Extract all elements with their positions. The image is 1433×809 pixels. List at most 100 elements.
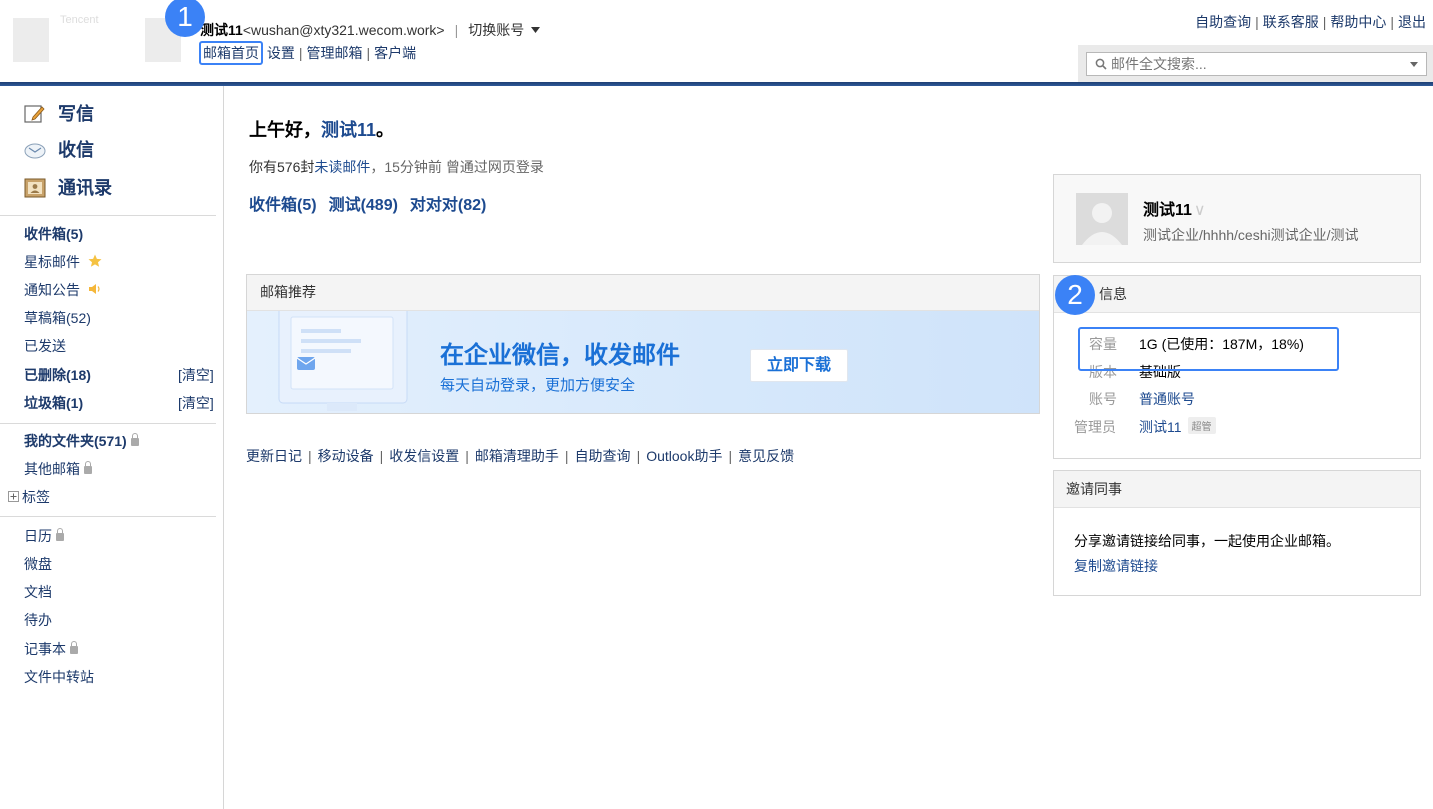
recommend-title: 邮箱推荐 (247, 275, 1039, 311)
lock-icon (130, 433, 139, 446)
quick-link-duiduidui[interactable]: 对对对(82) (410, 197, 486, 214)
cleanup-assistant-link[interactable]: 邮箱清理助手 (475, 448, 559, 464)
sidebar-item-notes[interactable]: 记事本 (24, 639, 78, 659)
receive-button[interactable]: 收信 (24, 136, 94, 162)
user-line: 测试11<wushan@xty321.wecom.work> | 切换账号 (200, 20, 541, 40)
banner-subtitle: 每天自动登录，更加方便安全 (440, 377, 636, 394)
contacts-button[interactable]: 通讯录 (24, 174, 112, 200)
search-box[interactable] (1086, 52, 1427, 76)
outlook-assistant-link[interactable]: Outlook助手 (646, 448, 722, 464)
download-button[interactable]: 立即下载 (750, 349, 848, 382)
sidebar-item-drafts[interactable]: 草稿箱(52) (24, 308, 91, 328)
admin-link[interactable]: 测试11 超管 (1139, 417, 1216, 437)
help-center-link[interactable]: 帮助中心 (1330, 14, 1386, 30)
nav-manage-mail[interactable]: 管理邮箱 (307, 45, 363, 61)
admin-name: 测试11 (1139, 419, 1182, 435)
compose-button[interactable]: 写信 (24, 100, 94, 126)
nav-separator: | (298, 45, 303, 61)
mobile-devices-link[interactable]: 移动设备 (318, 448, 374, 464)
login-info: ，15分钟前 曾通过网页登录 (370, 159, 544, 175)
step-marker-2: 2 (1055, 275, 1095, 315)
link-separator: | (564, 448, 569, 464)
sidebar-item-label: 通知公告 (24, 282, 80, 298)
super-admin-badge: 超管 (1187, 417, 1216, 434)
sidebar-item-tags[interactable]: 标签 (8, 487, 50, 507)
folder-quick-links: 收件箱(5) 测试(489) 对对对(82) (249, 191, 498, 215)
compose-icon (24, 105, 45, 123)
changelog-link[interactable]: 更新日记 (246, 448, 302, 464)
expand-icon[interactable] (8, 491, 19, 502)
sidebar-divider (0, 423, 216, 424)
contact-support-link[interactable]: 联系客服 (1263, 14, 1319, 30)
logo-left (13, 18, 49, 62)
profile-card: 测试11 ∨ 测试企业/hhhh/ceshi测试企业/测试 (1053, 174, 1421, 263)
user-email: <wushan@xty321.wecom.work> (242, 22, 445, 38)
mailbox-info-panel: 信息 容量 1G (已使用：187M，18%) 版本 基础版 账号 普通账号 管理员测… (1053, 275, 1421, 459)
avatar[interactable] (1076, 193, 1128, 245)
sidebar-item-label: 标签 (22, 489, 50, 505)
unread-summary: 你有576封未读邮件，15分钟前 曾通过网页登录 (249, 157, 544, 177)
clear-deleted-link[interactable]: [清空] (178, 365, 214, 385)
recommend-panel: 邮箱推荐 在企业微信，收发邮件 每天自动登录，更加方便安全 立即下载 (246, 274, 1040, 414)
info-panel-title: 信息 (1054, 276, 1420, 313)
contacts-label: 通讯录 (58, 178, 112, 198)
switch-account-link[interactable]: 切换账号 (468, 22, 524, 38)
sidebar-item-label: 其他邮箱 (24, 461, 80, 477)
sidebar-item-calendar[interactable]: 日历 (24, 526, 64, 546)
info-key: 管理员 (1074, 419, 1116, 435)
self-service-query-link[interactable]: 自助查询 (575, 448, 631, 464)
unread-mail-link[interactable]: 未读邮件 (314, 159, 370, 175)
quick-link-inbox[interactable]: 收件箱(5) (249, 197, 317, 214)
capacity-highlight (1078, 327, 1339, 371)
feedback-link[interactable]: 意见反馈 (738, 448, 794, 464)
link-separator: | (308, 448, 312, 464)
account-type-link[interactable]: 普通账号 (1139, 389, 1195, 409)
self-service-link[interactable]: 自助查询 (1195, 14, 1251, 30)
monitor-illustration-icon (278, 311, 408, 411)
lock-icon (56, 528, 64, 541)
greeting-prefix: 上午好， (249, 120, 321, 140)
sidebar-divider (0, 516, 216, 517)
sidebar-item-label: 我的文件夹(571) (24, 433, 127, 449)
logo-text: Tencent (60, 14, 99, 26)
greeting: 上午好，测试11。 (249, 116, 394, 142)
caret-down-icon[interactable] (531, 27, 541, 33)
nav-settings[interactable]: 设置 (267, 45, 295, 61)
unread-prefix: 你有576封 (249, 159, 315, 175)
link-separator: | (1322, 14, 1327, 30)
nav-mail-home[interactable]: 邮箱首页 (199, 41, 263, 65)
sidebar-item-file-transfer[interactable]: 文件中转站 (24, 667, 94, 687)
link-separator: | (636, 448, 641, 464)
clear-spam-link[interactable]: [清空] (178, 393, 214, 413)
sidebar-item-docs[interactable]: 文档 (24, 582, 52, 602)
search-input[interactable] (1111, 54, 1401, 74)
sidebar-item-spam[interactable]: 垃圾箱(1) (24, 393, 83, 413)
nav-client[interactable]: 客户端 (374, 45, 416, 61)
send-receive-settings-link[interactable]: 收发信设置 (389, 448, 459, 464)
logout-link[interactable]: 退出 (1398, 14, 1426, 30)
sidebar-item-sent[interactable]: 已发送 (24, 336, 66, 356)
banner-title: 在企业微信，收发邮件 (440, 342, 680, 369)
info-key: 账号 (1089, 391, 1117, 407)
sidebar-item-notice[interactable]: 通知公告 (24, 280, 102, 300)
sidebar-item-other-mail[interactable]: 其他邮箱 (24, 459, 92, 479)
contacts-icon (24, 178, 46, 198)
sidebar-item-deleted[interactable]: 已删除(18) (24, 365, 91, 385)
sidebar-item-my-folders[interactable]: 我的文件夹(571) (24, 431, 139, 451)
copy-invite-link[interactable]: 复制邀请链接 (1074, 556, 1158, 576)
greeting-suffix: 。 (376, 120, 395, 140)
sidebar-item-todo[interactable]: 待办 (24, 610, 52, 630)
invite-panel: 邀请同事 分享邀请链接给同事，一起使用企业邮箱。 复制邀请链接 (1053, 470, 1421, 596)
link-separator: | (1255, 14, 1259, 30)
sidebar-item-drive[interactable]: 微盘 (24, 554, 52, 574)
wecom-banner[interactable]: 在企业微信，收发邮件 每天自动登录，更加方便安全 立即下载 (247, 311, 1039, 413)
verified-icon: ∨ (1193, 202, 1206, 219)
sidebar: 写信 收信 通讯录 收件箱(5) 星标邮件 通知公告 草稿箱(52) 已发送 已… (0, 86, 224, 809)
link-separator: | (1390, 14, 1394, 30)
search-icon (1095, 58, 1107, 70)
sidebar-item-inbox[interactable]: 收件箱(5) (24, 224, 83, 244)
search-dropdown-icon[interactable] (1410, 62, 1418, 67)
greeting-name-link[interactable]: 测试11 (321, 120, 376, 140)
quick-link-test[interactable]: 测试(489) (329, 197, 398, 214)
sidebar-item-starred[interactable]: 星标邮件 (24, 252, 102, 272)
